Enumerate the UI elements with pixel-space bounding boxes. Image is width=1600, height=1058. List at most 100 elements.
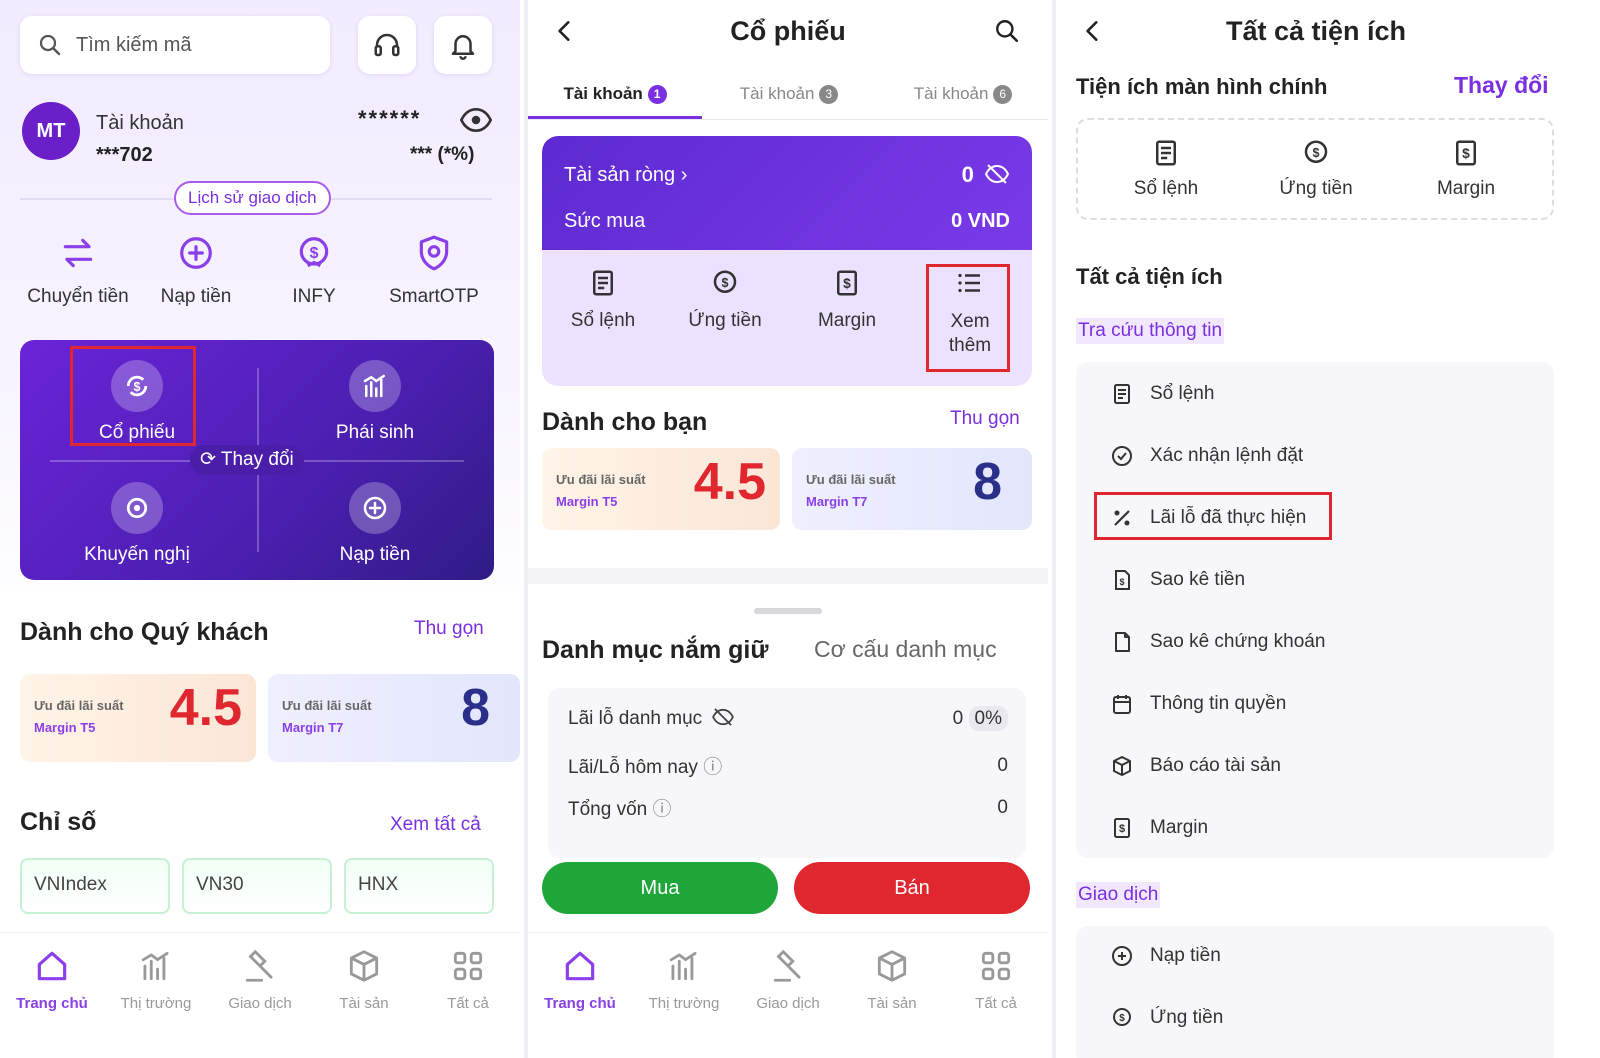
svg-text:$: $ — [1313, 146, 1320, 160]
eye-off-icon[interactable] — [711, 708, 735, 726]
tab-assets[interactable]: Tài sản — [840, 933, 944, 1058]
info-icon[interactable]: ⓘ — [653, 799, 672, 820]
for-customer-title: Dành cho Quý khách — [20, 618, 269, 646]
eye-icon[interactable] — [460, 106, 492, 134]
list-item-asset-report[interactable]: Báo cáo tài sản — [1110, 754, 1281, 778]
holdings-row: Tổng vốn ⓘ 0 — [568, 794, 1008, 821]
stocks-product-button[interactable]: $ Cổ phiếu — [52, 360, 222, 444]
tab-account-1[interactable]: Tài khoản 1 — [528, 84, 702, 104]
tab-label: Tài khoản — [913, 84, 989, 103]
tab-label: Trang chủ — [16, 995, 88, 1012]
tab-assets[interactable]: Tài sản — [312, 933, 416, 1058]
tab-all[interactable]: Tất cả — [416, 933, 520, 1058]
shortcut-margin[interactable]: $ Margin — [1406, 138, 1526, 200]
see-more-button[interactable]: Xem thêm — [908, 268, 1032, 358]
change-layout-button[interactable]: ⟳ Thay đổi — [190, 445, 304, 475]
tab-account-6[interactable]: Tài khoản 6 — [876, 84, 1048, 104]
list-item-advance-cash[interactable]: $ Ứng tiền — [1110, 1006, 1223, 1030]
drag-handle[interactable] — [754, 608, 822, 614]
promo-rate: 4.5 — [693, 453, 766, 511]
row-value: 0 — [997, 796, 1008, 818]
change-link[interactable]: Thay đổi — [1454, 72, 1549, 99]
shortcut-order-book[interactable]: Sổ lệnh — [1106, 138, 1226, 200]
shortcut-advance-cash[interactable]: $ Ứng tiền — [1256, 138, 1376, 200]
list-item-securities-statement[interactable]: Sao kê chứng khoán — [1110, 630, 1325, 654]
smartotp-button[interactable]: SmartOTP — [374, 234, 494, 308]
notification-button[interactable] — [434, 16, 492, 74]
tab-home[interactable]: Trang chủ — [528, 933, 632, 1058]
tab-all[interactable]: Tất cả — [944, 933, 1048, 1058]
index-card[interactable]: VNIndex — [20, 858, 170, 914]
order-book-button[interactable]: Sổ lệnh — [542, 268, 664, 332]
promo-card[interactable]: Ưu đãi lãi suất Margin T7 8 — [268, 674, 520, 762]
collapse-link[interactable]: Thu gọn — [950, 408, 1020, 430]
tab-market[interactable]: Thị trường — [104, 933, 208, 1058]
list-item-cash-statement[interactable]: $ Sao kê tiền — [1110, 568, 1245, 592]
eye-off-icon[interactable] — [984, 164, 1010, 184]
info-icon[interactable]: ⓘ — [703, 757, 722, 778]
row-percent: 0% — [968, 706, 1008, 731]
list-item-label: Sao kê tiền — [1150, 569, 1246, 590]
recommendation-label: Khuyến nghị — [84, 544, 190, 565]
trade-group-label: Giao dịch — [1076, 882, 1161, 908]
avatar[interactable]: MT — [22, 102, 80, 160]
list-item-rights-info[interactable]: Thông tin quyền — [1110, 692, 1286, 716]
tab-account-3[interactable]: Tài khoản 3 — [702, 84, 876, 104]
tab-home[interactable]: Trang chủ — [0, 933, 104, 1058]
buy-button[interactable]: Mua — [542, 862, 778, 914]
collapse-link[interactable]: Thu gọn — [414, 618, 484, 640]
net-assets-link[interactable]: Tài sản ròng › — [564, 164, 687, 187]
divider — [528, 119, 1048, 120]
promo-card[interactable]: Ưu đãi lãi suất Margin T7 8 — [792, 448, 1032, 530]
transfer-icon — [59, 234, 97, 272]
infy-button[interactable]: $ INFY — [254, 234, 374, 308]
balance-masked: ****** — [358, 106, 422, 131]
tab-badge: 3 — [819, 85, 839, 104]
plus-circle-icon — [349, 482, 401, 534]
list-item-label: Ứng tiền — [1150, 1007, 1224, 1028]
support-button[interactable] — [358, 16, 416, 74]
tab-trade[interactable]: Giao dịch — [208, 933, 312, 1058]
see-all-link[interactable]: Xem tất cả — [390, 814, 481, 836]
gavel-icon — [769, 947, 807, 985]
dollar-doc-icon: $ — [832, 268, 862, 298]
margin-button[interactable]: $ Margin — [786, 268, 908, 332]
holdings-row: Lãi lỗ danh mục 0 0% — [568, 706, 1008, 731]
deposit-button[interactable]: Nạp tiền — [136, 234, 256, 308]
tab-label: Trang chủ — [544, 995, 616, 1012]
tab-label: Giao dịch — [228, 995, 292, 1012]
tab-label: Tất cả — [447, 995, 489, 1012]
list-item-order-book[interactable]: Sổ lệnh — [1110, 382, 1214, 406]
list-item-realized-pnl[interactable]: Lãi lỗ đã thực hiện — [1110, 506, 1306, 530]
tab-trade[interactable]: Giao dịch — [736, 933, 840, 1058]
net-assets-value: 0 — [961, 162, 974, 187]
money-badge-icon: $ — [1301, 138, 1331, 168]
document-icon — [1110, 382, 1134, 406]
deposit-product-button[interactable]: Nạp tiền — [290, 482, 460, 566]
index-card[interactable]: HNX — [344, 858, 494, 914]
search-input[interactable]: Tìm kiếm mã — [20, 16, 330, 74]
sell-button[interactable]: Bán — [794, 862, 1030, 914]
promo-card[interactable]: Ưu đãi lãi suất Margin T5 4.5 — [20, 674, 256, 762]
list-item-margin[interactable]: $ Margin — [1110, 816, 1208, 840]
shortcut-box: Sổ lệnh $ Ứng tiền $ Margin — [1076, 118, 1554, 220]
stocks-label: Cổ phiếu — [98, 422, 176, 443]
tab-portfolio-structure[interactable]: Cơ cấu danh mục — [814, 636, 997, 663]
tab-market[interactable]: Thị trường — [632, 933, 736, 1058]
list-item-label: Nạp tiền — [1150, 945, 1221, 966]
transaction-history-button[interactable]: Lịch sử giao dịch — [174, 181, 331, 215]
index-card[interactable]: VN30 — [182, 858, 332, 914]
row-value: 0 — [952, 708, 964, 729]
list-item-deposit[interactable]: Nạp tiền — [1110, 944, 1221, 968]
search-icon[interactable] — [994, 18, 1020, 44]
derivatives-product-button[interactable]: Phái sinh — [290, 360, 460, 444]
transfer-button[interactable]: Chuyển tiền — [18, 234, 138, 308]
tab-label: Thị trường — [120, 995, 192, 1012]
market-chart-icon — [665, 947, 703, 985]
list-item-order-confirm[interactable]: Xác nhận lệnh đặt — [1110, 444, 1303, 468]
advance-cash-button[interactable]: $ Ứng tiền — [664, 268, 786, 332]
promo-card[interactable]: Ưu đãi lãi suất Margin T5 4.5 — [542, 448, 780, 530]
recommendation-product-button[interactable]: Khuyến nghị — [52, 482, 222, 566]
tab-holdings[interactable]: Danh mục nắm giữ — [542, 636, 768, 665]
stocks-screen: Cổ phiếu Tài khoản 1 Tài khoản 3 Tài kho… — [524, 0, 1048, 1058]
